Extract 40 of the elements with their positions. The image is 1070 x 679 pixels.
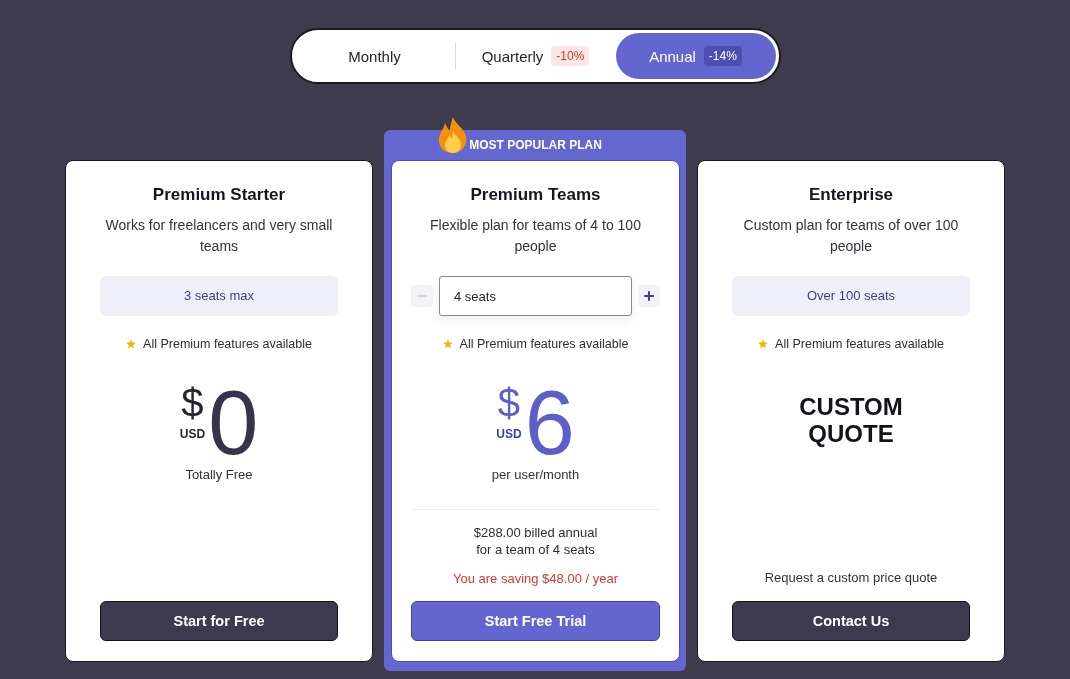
star-icon	[126, 339, 137, 349]
star-icon	[442, 339, 453, 349]
price-note: Totally Free	[184, 466, 254, 484]
plan-description: Flexible plan for teams of 4 to 100 people	[429, 216, 642, 256]
seats-input[interactable]: 4 seats	[439, 276, 632, 316]
billing-text: for a team of 4 seats	[475, 541, 596, 558]
increase-button[interactable]	[638, 285, 660, 307]
price-amount: 6	[524, 378, 575, 468]
currency-symbol: $	[181, 383, 204, 423]
feature-text: All Premium features available	[143, 336, 312, 352]
star-icon	[758, 339, 769, 349]
currency-code: USD	[496, 427, 522, 441]
plan-description: Works for freelancers and very small teams	[104, 216, 334, 256]
billing-period-tab[interactable]: Annual -14%	[615, 33, 776, 79]
seat-limit-banner: Over 100 seats	[732, 276, 970, 316]
currency-code: USD	[179, 427, 206, 441]
billing-text: $288.00 billed annual	[472, 524, 599, 541]
feature-text: All Premium features available	[459, 336, 629, 352]
savings-text: You are saving $48.00 / year	[452, 570, 619, 588]
cta-button[interactable]: Start Free Trial	[411, 601, 660, 641]
cta-button[interactable]: Contact Us	[732, 601, 970, 641]
cta-button[interactable]: Start for Free	[100, 601, 338, 641]
plan-title: Premium Starter	[151, 184, 287, 206]
plan-title: Premium Teams	[469, 184, 602, 206]
plan-title: Enterprise	[807, 184, 895, 206]
feature-text: All Premium features available	[775, 336, 944, 352]
price-note: per user/month	[490, 466, 581, 484]
price-amount: 0	[208, 378, 259, 468]
plan-description: Custom plan for teams of over 100 people	[742, 216, 960, 256]
billing-period-tab[interactable]: Quarterly -10%	[455, 33, 616, 79]
flame-icon	[437, 117, 469, 153]
seat-limit-banner: 3 seats max	[100, 276, 338, 316]
price-note: Request a custom price quote	[763, 569, 939, 587]
discount-badge: -10%	[551, 46, 590, 66]
discount-badge: -14%	[703, 46, 742, 66]
ribbon-label: MOST POPULAR PLAN	[469, 138, 602, 152]
billing-period-tab[interactable]: Monthly	[294, 33, 455, 79]
custom-quote-heading: CUSTOM QUOTE	[798, 393, 904, 447]
currency-symbol: $	[497, 383, 521, 423]
plus-icon	[644, 291, 654, 301]
